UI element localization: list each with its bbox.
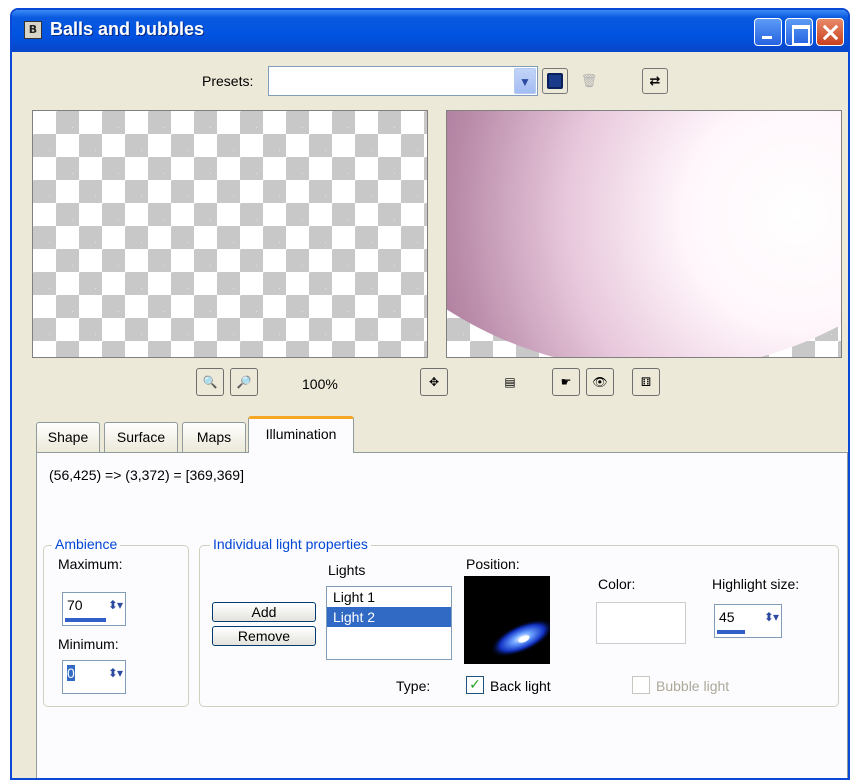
minimum-spinner[interactable]: 0 ⬍▾ [62, 660, 126, 694]
lights-label: Lights [328, 562, 366, 578]
minimize-button[interactable] [754, 18, 782, 46]
add-light-button[interactable]: Add [212, 602, 316, 622]
list-item-light-2[interactable]: Light 2 [327, 607, 451, 627]
maximum-value: 70 [67, 597, 83, 613]
proof-toggle-button[interactable]: ▤ [496, 368, 524, 396]
maximum-label: Maximum: [58, 556, 123, 572]
coordinates-readout: (56,425) => (3,372) = [369,369] [49, 467, 244, 483]
type-label: Type: [396, 678, 431, 694]
result-preview[interactable] [446, 110, 842, 358]
position-label: Position: [466, 556, 520, 572]
individual-light-group: Individual light properties Lights Add R… [199, 536, 839, 707]
zoom-out-button[interactable]: 🔍 [196, 368, 224, 396]
zoom-in-button[interactable]: 🔎 [230, 368, 258, 396]
presets-label: Presets: [202, 73, 254, 89]
remove-light-button[interactable]: Remove [212, 626, 316, 646]
maximize-button[interactable] [785, 18, 813, 46]
minimum-value: 0 [67, 665, 75, 681]
tab-maps[interactable]: Maps [182, 422, 246, 452]
back-light-label: Back light [490, 678, 551, 694]
tab-shape[interactable]: Shape [36, 422, 100, 452]
ambience-title: Ambience [52, 536, 121, 552]
app-icon: B [24, 21, 42, 39]
reset-arrows-icon: ⇄ [649, 73, 661, 89]
spin-arrows-icon[interactable]: ⬍▾ [108, 598, 123, 612]
save-preset-button[interactable] [542, 68, 568, 94]
save-icon [547, 73, 563, 89]
maximum-spinner[interactable]: 70 ⬍▾ [62, 592, 126, 626]
hand-eye-icon: ☛ [560, 375, 572, 389]
light-position-pad[interactable] [464, 576, 554, 664]
ball-render [447, 111, 841, 357]
eye-icon: 👁 [592, 375, 608, 389]
reset-button[interactable]: ⇄ [642, 68, 668, 94]
chevron-down-icon[interactable]: ▼ [514, 68, 536, 94]
layout-icon: ▤ [504, 375, 516, 389]
highlight-level-bar [717, 630, 745, 634]
pan-button[interactable]: ✥ [420, 368, 448, 396]
spin-arrows-icon[interactable]: ⬍▾ [764, 610, 779, 624]
ambience-group: Ambience Maximum: 70 ⬍▾ Minimum: 0 ⬍▾ [43, 536, 189, 707]
dice-icon: ⚅ [640, 375, 652, 389]
title-bar[interactable]: B Balls and bubbles [12, 10, 848, 52]
close-button[interactable] [816, 18, 844, 46]
bubble-light-checkbox[interactable] [632, 676, 650, 694]
random-dice-button[interactable]: ⚅ [632, 368, 660, 396]
maximum-level-bar [65, 618, 106, 622]
minimum-label: Minimum: [58, 636, 119, 652]
zoom-in-icon: 🔎 [236, 375, 252, 389]
window-title: Balls and bubbles [50, 19, 205, 39]
presets-dropdown[interactable]: ▼ [268, 66, 538, 96]
tab-illumination[interactable]: Illumination [248, 416, 354, 453]
light-position-preview [490, 619, 554, 657]
delete-preset-button[interactable]: 🗑 [576, 68, 602, 94]
zoom-out-icon: 🔍 [202, 375, 218, 389]
trash-icon: 🗑 [580, 73, 598, 89]
illumination-panel: (56,425) => (3,372) = [369,369] Ambience… [36, 452, 848, 778]
list-item-light-1[interactable]: Light 1 [327, 587, 451, 607]
spin-arrows-icon[interactable]: ⬍▾ [108, 666, 123, 680]
balls-and-bubbles-window: B Balls and bubbles Presets: ▼ 🗑 ⇄ 🔍 🔎 1… [10, 8, 850, 780]
randomize-button[interactable]: ☛ [552, 368, 580, 396]
bubble-light-label: Bubble light [656, 678, 730, 694]
light-properties-title: Individual light properties [210, 536, 371, 552]
preview-eye-button[interactable]: 👁 [586, 368, 614, 396]
highlight-size-spinner[interactable]: 45 ⬍▾ [714, 604, 782, 638]
checkmark-icon: ✓ [469, 677, 481, 693]
zoom-level: 100% [302, 376, 338, 392]
color-label: Color: [598, 576, 636, 592]
light-color-swatch[interactable] [596, 602, 686, 644]
highlight-size-value: 45 [719, 609, 735, 625]
original-preview[interactable] [32, 110, 428, 358]
move-icon: ✥ [428, 375, 440, 389]
tab-surface[interactable]: Surface [104, 422, 178, 452]
lights-list[interactable]: Light 1 Light 2 [326, 586, 452, 660]
back-light-checkbox[interactable]: ✓ [466, 676, 484, 694]
highlight-size-label: Highlight size: [712, 576, 800, 592]
